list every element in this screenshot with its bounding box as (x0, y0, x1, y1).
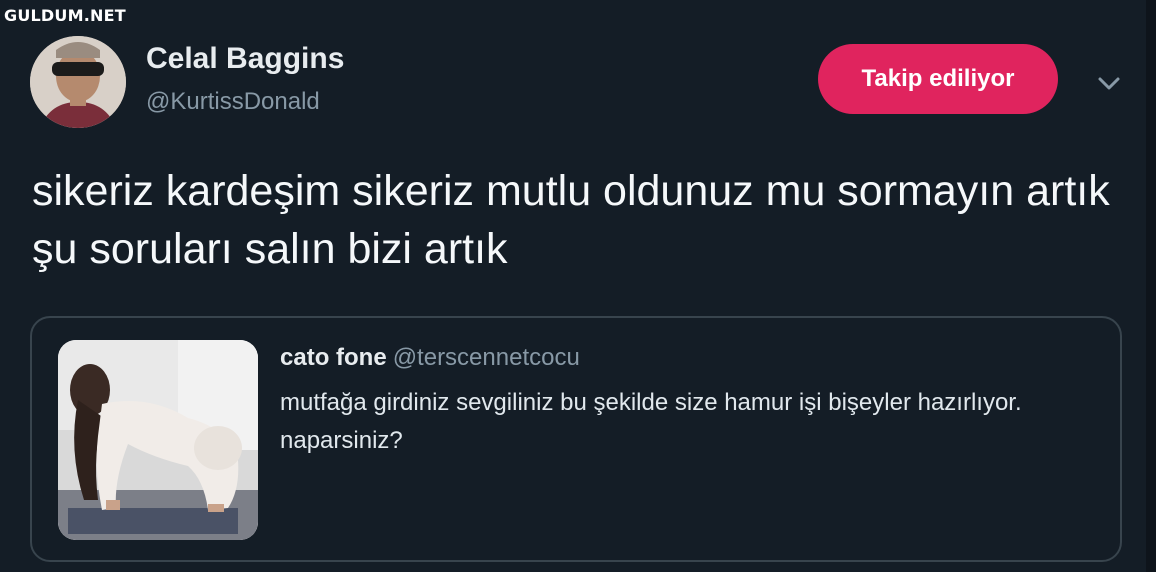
tweet-page: GULDUM.NET Celal Baggins @KurtissDonald … (0, 0, 1156, 572)
avatar-photo-icon (30, 36, 126, 128)
following-button[interactable]: Takip ediliyor (818, 44, 1058, 114)
quoted-tweet-card[interactable]: cato fone @terscennetcocu mutfağa girdini… (30, 316, 1122, 562)
quoted-tweet-header: cato fone @terscennetcocu (280, 344, 580, 372)
quoted-tweet-image[interactable] (58, 340, 258, 540)
photo-icon (58, 340, 258, 540)
quoted-author-handle[interactable]: @terscennetcocu (393, 344, 580, 371)
author-display-name[interactable]: Celal Baggins (146, 42, 344, 76)
chevron-down-icon[interactable] (1094, 70, 1124, 96)
window-edge (1146, 0, 1156, 572)
avatar[interactable] (30, 36, 126, 128)
quoted-author-name[interactable]: cato fone (280, 344, 387, 371)
tweet-text: sikeriz kardeşim sikeriz mutlu oldunuz m… (32, 167, 1110, 273)
site-watermark: GULDUM.NET (4, 6, 126, 25)
quoted-tweet-text: mutfağa girdiniz sevgiliniz bu şekilde s… (280, 389, 1022, 454)
author-handle[interactable]: @KurtissDonald (146, 88, 320, 116)
